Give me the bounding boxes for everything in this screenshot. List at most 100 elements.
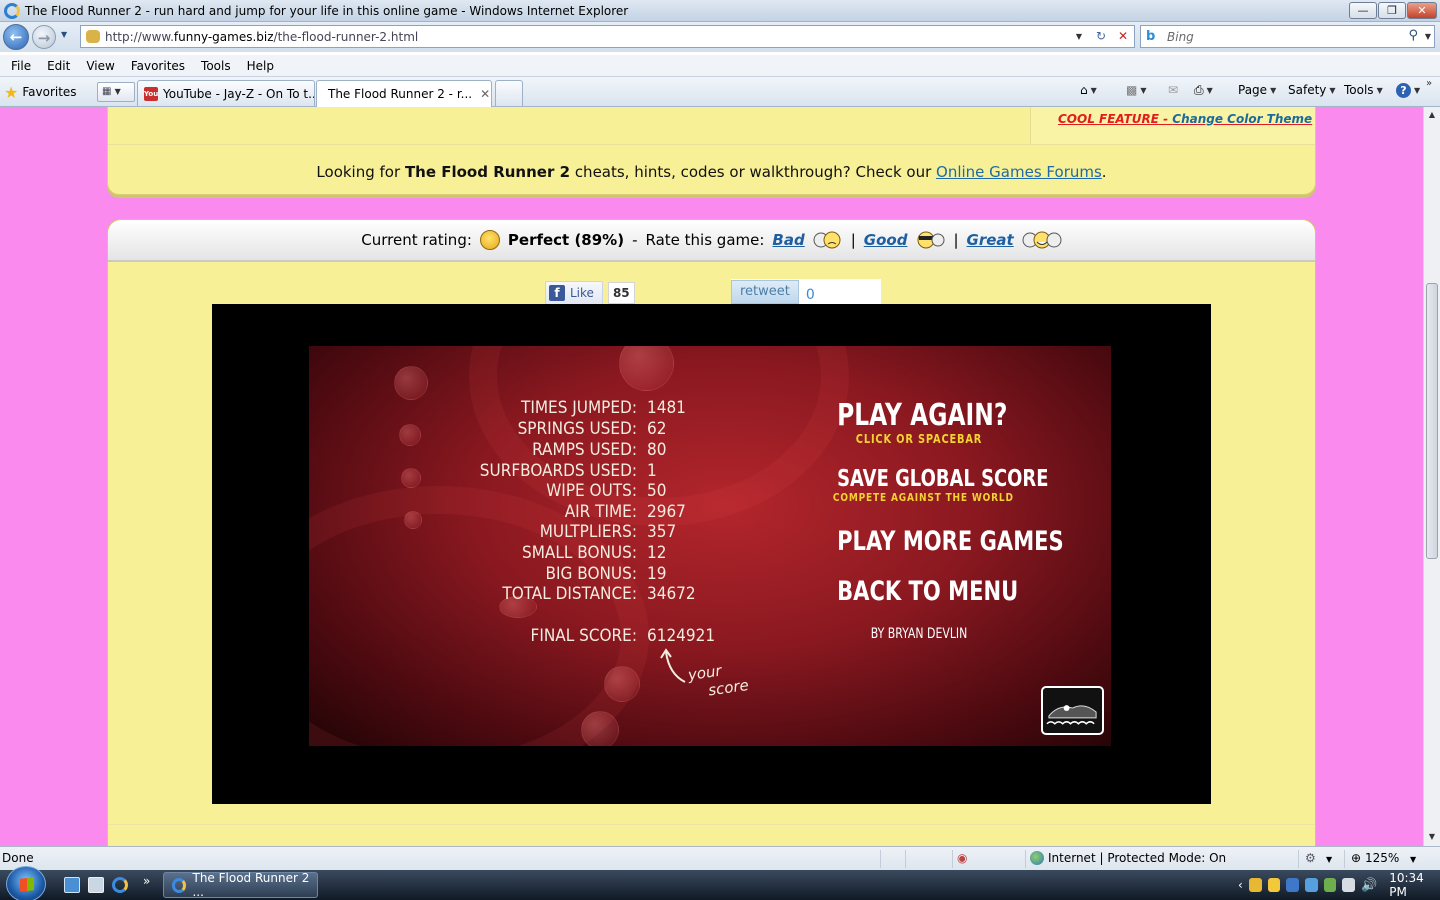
- maximize-button[interactable]: ❐: [1378, 2, 1406, 19]
- tab-bar: ★ Favorites ▦ ▼ You YouTube - Jay-Z - On…: [0, 77, 1440, 107]
- flood-logo-button[interactable]: [1041, 686, 1104, 735]
- more-commands-icon[interactable]: »: [1426, 78, 1432, 89]
- address-bar[interactable]: http://www. funny-games.biz/the-flood-run…: [80, 25, 1135, 48]
- tray-app-icon[interactable]: [1248, 878, 1262, 892]
- feeds-button[interactable]: ▩ ▼: [1126, 83, 1147, 97]
- scroll-thumb[interactable]: [1426, 283, 1438, 559]
- feeds-dropdown-icon[interactable]: ▼: [1140, 86, 1146, 95]
- scroll-down-icon[interactable]: ▼: [1424, 832, 1440, 841]
- taskbar-item-ie[interactable]: The Flood Runner 2 ...: [163, 871, 318, 899]
- refresh-icon[interactable]: ↻: [1090, 26, 1112, 47]
- url-path: /the-flood-runner-2.html: [273, 29, 419, 44]
- menu-edit[interactable]: Edit: [39, 59, 78, 73]
- favorites-button[interactable]: ★ Favorites: [4, 81, 77, 103]
- home-button[interactable]: ⌂ ▼: [1080, 83, 1097, 97]
- rate-great-link[interactable]: Great: [967, 231, 1014, 249]
- tray-app-icon[interactable]: [1286, 878, 1299, 892]
- volume-icon[interactable]: 🔊: [1361, 878, 1377, 893]
- tab-list-dropdown-icon[interactable]: ▼: [115, 87, 121, 96]
- rate-game-label: Rate this game:: [645, 231, 765, 249]
- network-icon[interactable]: [1342, 878, 1356, 892]
- back-button[interactable]: ←: [3, 24, 29, 50]
- settings-dropdown-icon[interactable]: ▼: [1326, 855, 1332, 864]
- status-text: Done: [2, 851, 34, 865]
- print-dropdown-icon[interactable]: ▼: [1207, 86, 1213, 95]
- back-to-menu-button[interactable]: BACK TO MENU: [837, 576, 1018, 607]
- search-icon[interactable]: ⚲: [1408, 28, 1418, 43]
- menu-tools[interactable]: Tools: [193, 59, 239, 73]
- help-dropdown-icon[interactable]: ▼: [1414, 86, 1420, 95]
- safety-menu[interactable]: Safety ▼: [1288, 83, 1336, 97]
- minimize-button[interactable]: —: [1349, 2, 1377, 19]
- popup-blocked-icon[interactable]: ◉: [957, 851, 967, 865]
- security-zone[interactable]: Internet | Protected Mode: On: [1048, 851, 1226, 865]
- switch-windows-icon[interactable]: [88, 877, 104, 893]
- clock[interactable]: 10:34 PM: [1389, 871, 1440, 899]
- page-menu[interactable]: Page ▼: [1238, 83, 1276, 97]
- stat-value: 19: [647, 564, 667, 584]
- tray-app-icon[interactable]: [1267, 878, 1281, 892]
- status-bar: Done ◉ Internet | Protected Mode: On ⚙ ▼…: [0, 846, 1440, 870]
- tray-app-icon[interactable]: [1323, 878, 1337, 892]
- quick-launch-more-icon[interactable]: »: [143, 874, 150, 888]
- tray-app-icon[interactable]: [1304, 878, 1318, 892]
- rating-dash: -: [632, 231, 638, 249]
- ie-quick-launch-icon[interactable]: [112, 877, 128, 893]
- search-options-icon[interactable]: ▼: [1425, 32, 1431, 41]
- show-desktop-icon[interactable]: [64, 877, 80, 893]
- read-mail-button[interactable]: ✉: [1168, 83, 1178, 97]
- search-box[interactable]: b Bing ⚲ ▼: [1140, 25, 1435, 48]
- change-theme-link[interactable]: COOL FEATURE - Change Color Theme: [1058, 112, 1312, 126]
- tray-expand-icon[interactable]: ‹: [1238, 878, 1243, 892]
- home-dropdown-icon[interactable]: ▼: [1091, 86, 1097, 95]
- rating-separator: |: [953, 231, 959, 249]
- play-again-button[interactable]: PLAY AGAIN?: [837, 398, 1007, 433]
- rate-good-link[interactable]: Good: [864, 231, 908, 249]
- save-global-score-button[interactable]: SAVE GLOBAL SCORE: [837, 466, 1048, 492]
- zoom-level[interactable]: 125%: [1365, 851, 1399, 865]
- rate-bad-link[interactable]: Bad: [772, 231, 804, 249]
- menu-favorites[interactable]: Favorites: [123, 59, 193, 73]
- stat-value: 62: [647, 419, 667, 439]
- flash-game-stage[interactable]: TIMES JUMPED: 1481 SPRINGS USED: 62 RAMP…: [212, 304, 1211, 804]
- address-dropdown-icon[interactable]: ▼: [1068, 26, 1090, 47]
- forums-link[interactable]: Online Games Forums: [936, 163, 1102, 181]
- stop-icon[interactable]: ✕: [1112, 26, 1134, 47]
- vertical-scrollbar[interactable]: ▲ ▼: [1423, 107, 1440, 846]
- cheats-text: cheats, hints, codes or walkthrough? Che…: [574, 163, 932, 181]
- globe-icon: [1030, 851, 1044, 865]
- arrow-up-icon: [660, 648, 686, 683]
- play-more-games-button[interactable]: PLAY MORE GAMES: [837, 526, 1064, 557]
- like-button[interactable]: f Like: [545, 281, 603, 305]
- settings-icon[interactable]: ⚙: [1305, 851, 1316, 865]
- game-screen[interactable]: TIMES JUMPED: 1481 SPRINGS USED: 62 RAMP…: [309, 346, 1111, 746]
- search-placeholder: Bing: [1167, 29, 1194, 44]
- your-score-note: your score: [687, 658, 750, 702]
- close-button[interactable]: ✕: [1407, 2, 1437, 19]
- tools-menu[interactable]: Tools ▼: [1344, 83, 1383, 97]
- page-viewport: COOL FEATURE - Change Color Theme Lookin…: [0, 107, 1423, 846]
- new-tab-button[interactable]: [495, 80, 523, 106]
- divider: [108, 144, 1315, 145]
- zoom-dropdown-icon[interactable]: ▼: [1410, 855, 1416, 864]
- tab-youtube[interactable]: You YouTube - Jay-Z - On To t...: [137, 80, 315, 106]
- help-button[interactable]: ? ▼: [1396, 83, 1420, 98]
- print-button[interactable]: ⎙ ▼: [1194, 83, 1213, 98]
- cheats-line: Looking for The Flood Runner 2 cheats, h…: [108, 163, 1315, 181]
- menu-help[interactable]: Help: [239, 59, 282, 73]
- quick-tabs-button[interactable]: ▦ ▼: [97, 82, 135, 102]
- close-tab-icon[interactable]: ✕: [480, 87, 490, 101]
- menu-file[interactable]: File: [3, 59, 39, 73]
- tab-flood-runner[interactable]: The Flood Runner 2 - r... ✕: [316, 80, 492, 107]
- stat-value: 357: [647, 522, 677, 542]
- menu-view[interactable]: View: [78, 59, 122, 73]
- retweet-count: 0: [805, 286, 815, 303]
- start-button[interactable]: [6, 866, 46, 900]
- forward-button[interactable]: →: [32, 25, 56, 49]
- scroll-up-icon[interactable]: ▲: [1424, 110, 1440, 119]
- safety-menu-label: Safety: [1288, 83, 1327, 97]
- retweet-button[interactable]: retweet: [731, 280, 799, 304]
- stat-label: SURFBOARDS USED:: [479, 461, 637, 481]
- history-dropdown-icon[interactable]: ▼: [61, 30, 67, 39]
- divider: [1344, 850, 1345, 868]
